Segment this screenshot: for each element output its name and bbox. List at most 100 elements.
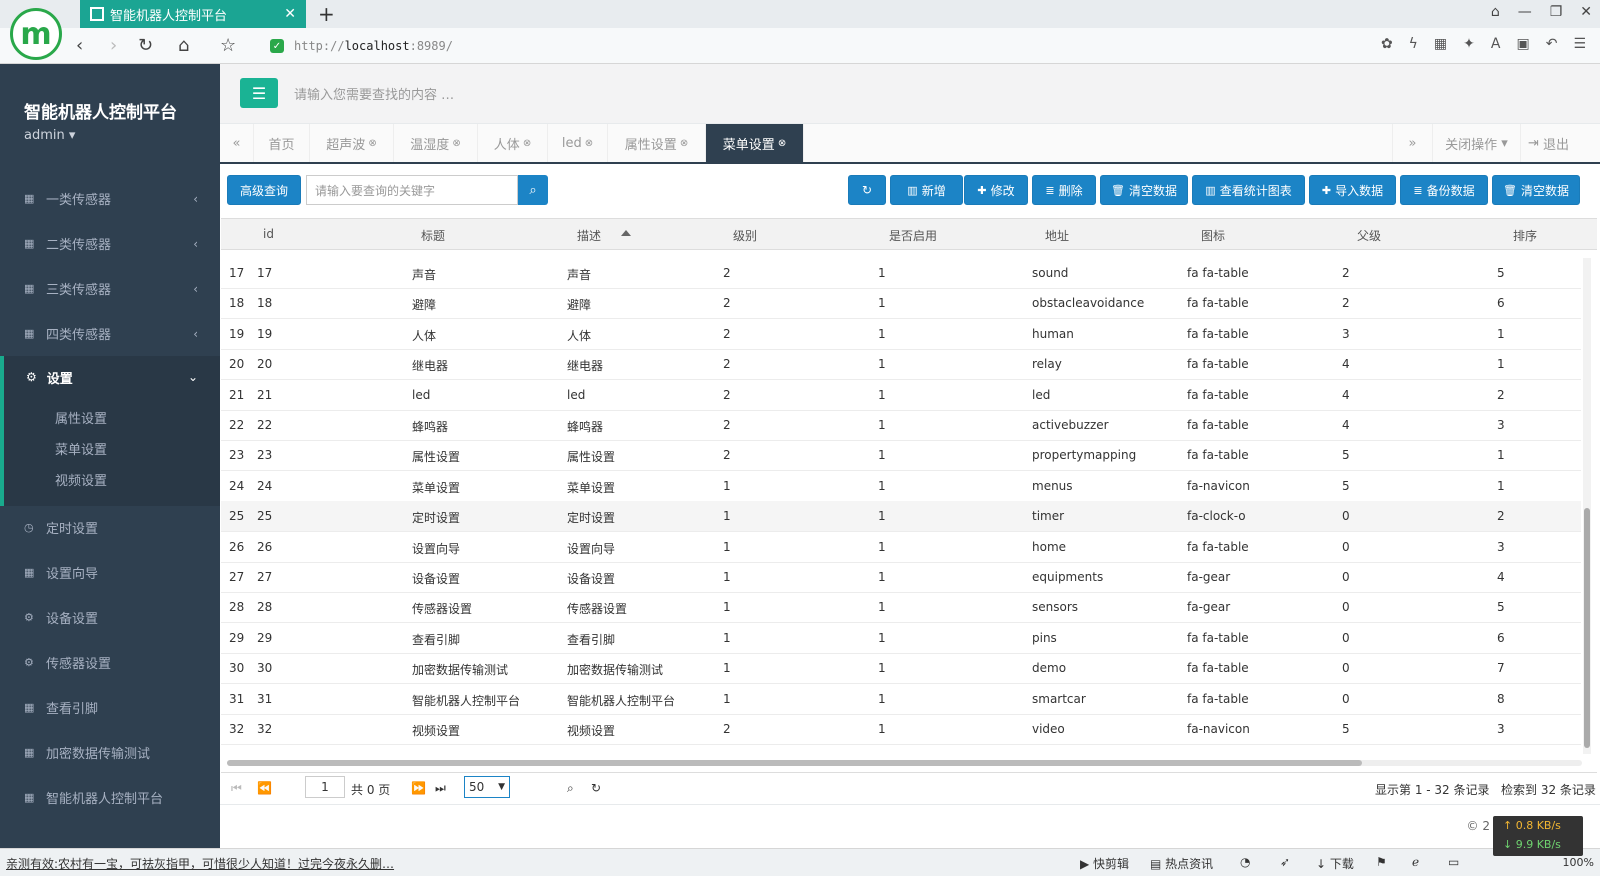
tab-close-icon[interactable]: ⊗ (368, 138, 376, 149)
backup-button[interactable]: ≣ 备份数据 (1400, 175, 1488, 205)
shirt-icon[interactable]: ⌂ (1491, 4, 1500, 20)
refresh-button[interactable]: ↻ (848, 175, 886, 205)
col-level[interactable]: 级别 (733, 227, 757, 244)
window-icon[interactable]: ▭ (1448, 855, 1459, 869)
sidebar-item-settings[interactable]: ⚙ 设置 (26, 362, 73, 392)
user-menu[interactable]: admin ▾ (24, 128, 75, 143)
sidebar-item-sensor-3[interactable]: ▦ 三类传感器 ‹ (0, 266, 220, 311)
new-tab-icon[interactable]: + (318, 2, 335, 26)
table-row[interactable]: 18 18 避障 避障 2 1 obstacleavoidance fa fa-table 2 6 (221, 288, 1581, 320)
clear-data-button-2[interactable]: 🗑 清空数据 (1492, 175, 1580, 205)
menu-icon[interactable]: ☰ (1573, 36, 1586, 52)
prev-page-icon[interactable]: ⏪ (257, 781, 272, 795)
table-row[interactable]: 25 25 定时设置 定时设置 1 1 timer fa-clock-o 0 2 (221, 501, 1581, 533)
sort-asc-icon[interactable] (621, 230, 631, 236)
fox-icon[interactable]: ✦ (1463, 36, 1475, 52)
advanced-search-button[interactable]: 高级查询 (227, 175, 301, 205)
tab-attributes[interactable]: 属性设置 ⊗ (608, 124, 706, 162)
refresh-icon[interactable]: ↻ (591, 781, 601, 795)
tab-temp-humidity[interactable]: 温湿度 ⊗ (394, 124, 478, 162)
extension-icon[interactable]: ▣ (1516, 36, 1529, 52)
tab-close-icon[interactable]: ⊗ (585, 138, 593, 149)
forward-icon[interactable]: › (110, 35, 117, 56)
tab-close-icon[interactable]: ⊗ (452, 138, 460, 149)
col-id[interactable]: id (263, 227, 274, 241)
tabs-scroll-left-icon[interactable]: « (220, 124, 254, 162)
page-size-select[interactable]: 50 ▼ (464, 776, 510, 798)
search-button[interactable]: ⌕ (518, 175, 548, 205)
edit-button[interactable]: ✚ 修改 (964, 175, 1028, 205)
horizontal-scrollbar[interactable] (227, 760, 1582, 766)
sidebar-item-pins[interactable]: ▦ 查看引脚 (0, 685, 220, 730)
table-row[interactable]: 30 30 加密数据传输测试 加密数据传输测试 1 1 demo fa fa-table 0 7 (221, 653, 1581, 685)
keyword-input[interactable]: 请输入要查询的关键字 (306, 175, 518, 205)
col-desc[interactable]: 描述 (577, 227, 601, 244)
tab-close-icon[interactable]: ⊗ (680, 138, 688, 149)
table-row[interactable]: 21 21 led led 2 1 led fa fa-table 4 2 (221, 380, 1581, 411)
view-chart-button[interactable]: ▥ 查看统计图表 (1192, 175, 1305, 205)
table-row[interactable]: 17 17 声音 声音 2 1 sound fa fa-table 2 5 (221, 258, 1581, 289)
tab-ultrasonic[interactable]: 超声波 ⊗ (310, 124, 394, 162)
tab-home[interactable]: 首页 (254, 124, 310, 162)
address-bar[interactable]: ✓ http://localhost:8989/ (270, 34, 1270, 58)
table-row[interactable]: 24 24 菜单设置 菜单设置 1 1 menus fa-navicon 5 1 (221, 471, 1581, 502)
search-icon[interactable]: ⌕ (567, 781, 574, 796)
tab-led[interactable]: led ⊗ (548, 124, 608, 162)
download-button[interactable]: ↓ 下载 (1316, 855, 1354, 872)
translate-icon[interactable]: A (1491, 36, 1501, 52)
table-row[interactable]: 31 31 智能机器人控制平台 智能机器人控制平台 1 1 smartcar fa fa-ta… (221, 684, 1581, 715)
ie-icon[interactable]: ℯ (1412, 855, 1419, 869)
sidebar-item-platform[interactable]: ▦ 智能机器人控制平台 (0, 775, 220, 820)
quick-edit-button[interactable]: ▶ 快剪辑 (1080, 855, 1129, 872)
table-row[interactable]: 26 26 设置向导 设置向导 1 1 home fa fa-table 0 3 (221, 532, 1581, 563)
minimize-icon[interactable]: — (1518, 4, 1532, 20)
rocket-icon[interactable]: ➶ (1280, 855, 1290, 869)
sidebar-item-sensor-1[interactable]: ▦ 一类传感器 ‹ (0, 176, 220, 221)
apps-icon[interactable]: ▦ (1434, 36, 1447, 52)
first-page-icon[interactable]: ⏮ (231, 781, 242, 796)
table-row[interactable]: 20 20 继电器 继电器 2 1 relay fa fa-table 4 1 (221, 349, 1581, 381)
next-page-icon[interactable]: ⏩ (411, 781, 426, 795)
lightning-icon[interactable]: ϟ (1409, 36, 1418, 52)
restore-icon[interactable]: ❐ (1550, 4, 1563, 20)
hot-news-button[interactable]: ▤ 热点资讯 (1150, 855, 1213, 872)
sidebar-item-sensor-2[interactable]: ▦ 二类传感器 ‹ (0, 221, 220, 266)
reload-icon[interactable]: ↻ (138, 35, 153, 56)
close-ops-dropdown[interactable]: 关闭操作 ▾ (1432, 124, 1520, 162)
logout-button[interactable]: ⇥ 退出 (1520, 124, 1576, 162)
browser-logo[interactable]: m (10, 8, 62, 60)
browser-tab[interactable]: 智能机器人控制平台 ✕ (80, 0, 306, 28)
global-search-input[interactable]: 请输入您需要查找的内容 … (294, 84, 454, 103)
table-row[interactable]: 29 29 查看引脚 查看引脚 1 1 pins fa fa-table 0 6 (221, 623, 1581, 654)
tab-menus[interactable]: 菜单设置 ⊗ (706, 124, 804, 162)
sidebar-item-encrypt-test[interactable]: ▦ 加密数据传输测试 (0, 730, 220, 775)
col-parent[interactable]: 父级 (1357, 227, 1381, 244)
sidebar-item-devices[interactable]: ⚙ 设备设置 (0, 595, 220, 640)
flag-icon[interactable]: ⚑ (1376, 855, 1387, 869)
col-icon[interactable]: 图标 (1201, 227, 1225, 244)
news-ticker-link[interactable]: 亲测有效:农村有一宝，可祛灰指甲，可惜很少人知道！过完今夜永久删… (6, 855, 394, 872)
tab-human[interactable]: 人体 ⊗ (478, 124, 548, 162)
table-row[interactable]: 27 27 设备设置 设备设置 1 1 equipments fa-gear 0 4 (221, 562, 1581, 593)
col-address[interactable]: 地址 (1045, 227, 1069, 244)
last-page-icon[interactable]: ⏭ (435, 781, 446, 796)
sidebar-item-sensor-settings[interactable]: ⚙ 传感器设置 (0, 640, 220, 685)
sidebar-subitem-attributes[interactable]: 属性设置 (55, 408, 107, 427)
table-row[interactable]: 32 32 视频设置 视频设置 2 1 video fa-navicon 5 3 (221, 714, 1581, 745)
table-row[interactable]: 19 19 人体 人体 2 1 human fa fa-table 3 1 (221, 319, 1581, 350)
page-number-input[interactable]: 1 (305, 776, 345, 798)
tab-close-icon[interactable]: ⊗ (523, 138, 531, 149)
menu-toggle-button[interactable]: ☰ (240, 78, 278, 108)
sidebar-subitem-video[interactable]: 视频设置 (55, 470, 107, 489)
close-window-icon[interactable]: ✕ (1580, 4, 1592, 20)
sidebar-subitem-menus[interactable]: 菜单设置 (55, 439, 107, 458)
zoom-level[interactable]: 100% (1563, 856, 1594, 869)
close-icon[interactable]: ✕ (284, 6, 296, 22)
table-row[interactable]: 28 28 传感器设置 传感器设置 1 1 sensors fa-gear 0 5 (221, 592, 1581, 624)
clear-data-button[interactable]: 🗑 清空数据 (1100, 175, 1188, 205)
back-icon[interactable]: ‹ (76, 35, 83, 56)
vertical-scrollbar[interactable] (1583, 258, 1591, 754)
undo-icon[interactable]: ↶ (1546, 36, 1558, 52)
tab-close-icon[interactable]: ⊗ (778, 138, 786, 149)
add-button[interactable]: ▥ 新增 (890, 175, 963, 205)
